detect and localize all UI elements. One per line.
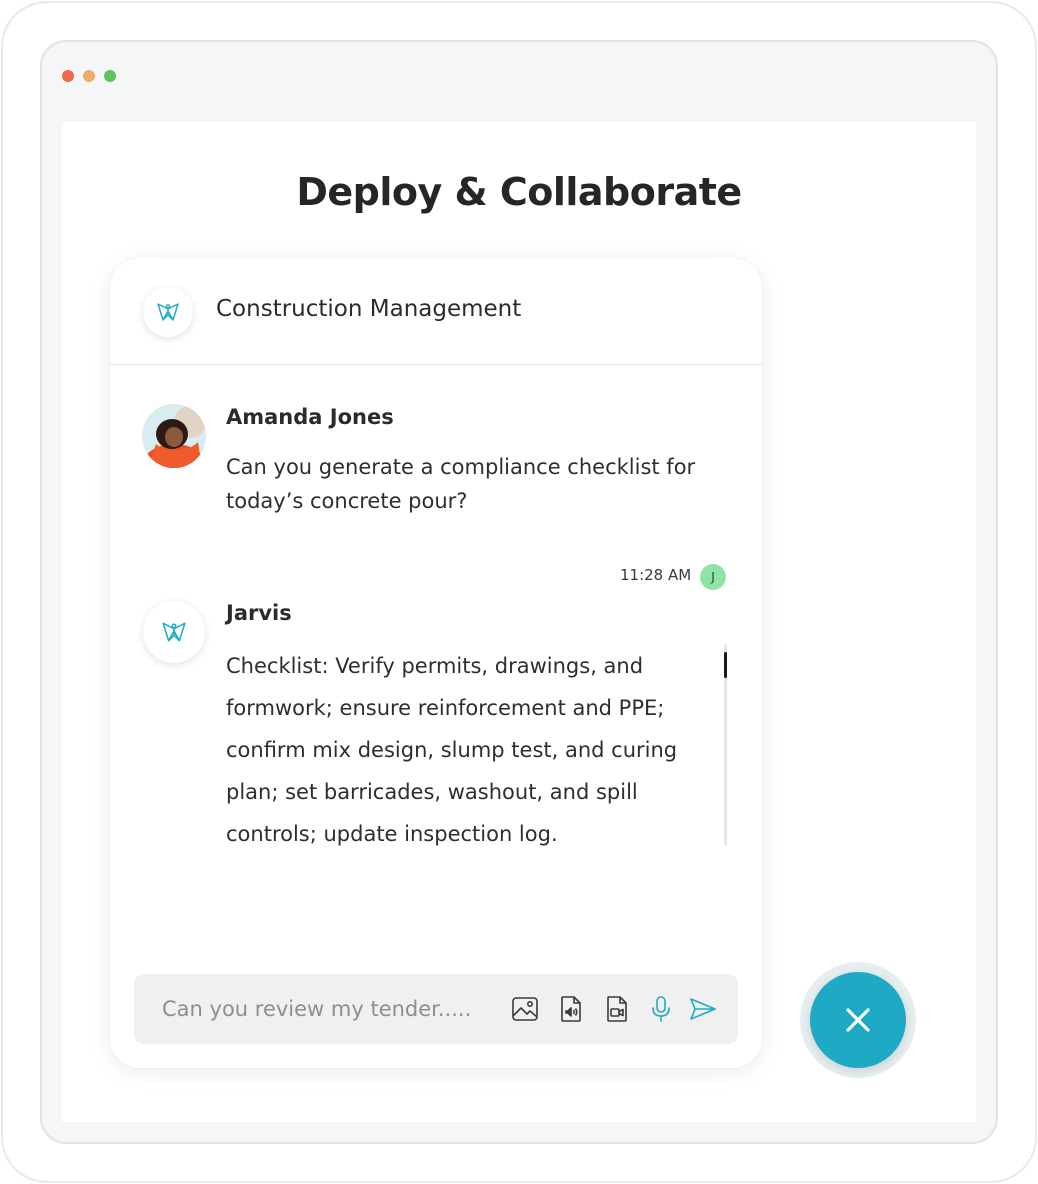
- sender-name: Amanda Jones: [226, 405, 394, 429]
- close-chat-button[interactable]: [810, 972, 906, 1068]
- sender-name: Jarvis: [226, 601, 292, 625]
- window-minimize-dot[interactable]: [83, 70, 95, 82]
- mic-icon[interactable]: [646, 994, 676, 1024]
- user-avatar: [142, 404, 206, 468]
- send-icon[interactable]: [688, 994, 718, 1024]
- image-icon[interactable]: [510, 994, 540, 1024]
- message-timestamp: 11:28 AM: [620, 566, 692, 584]
- message-input[interactable]: [162, 994, 494, 1024]
- scrollbar-thumb[interactable]: [724, 652, 727, 678]
- close-icon: [846, 1008, 870, 1032]
- message-composer: [134, 974, 738, 1044]
- brand-logo-icon: [143, 287, 193, 337]
- audio-file-icon[interactable]: [556, 994, 586, 1024]
- window-maximize-dot[interactable]: [104, 70, 116, 82]
- message-text: Can you generate a compliance checklist …: [226, 455, 696, 513]
- window-close-dot[interactable]: [62, 70, 74, 82]
- video-file-icon[interactable]: [602, 994, 632, 1024]
- chat-title: Construction Management: [216, 296, 522, 322]
- jarvis-avatar-icon: [143, 601, 205, 663]
- page-title: Deploy & Collaborate: [296, 170, 742, 214]
- chat-widget: Construction Management Amanda Jones Can…: [110, 258, 762, 1068]
- message-text: Checklist: Verify permits, drawings, and…: [226, 654, 678, 846]
- read-receipt-avatar: J: [700, 564, 726, 590]
- chat-header: Construction Management: [110, 258, 762, 365]
